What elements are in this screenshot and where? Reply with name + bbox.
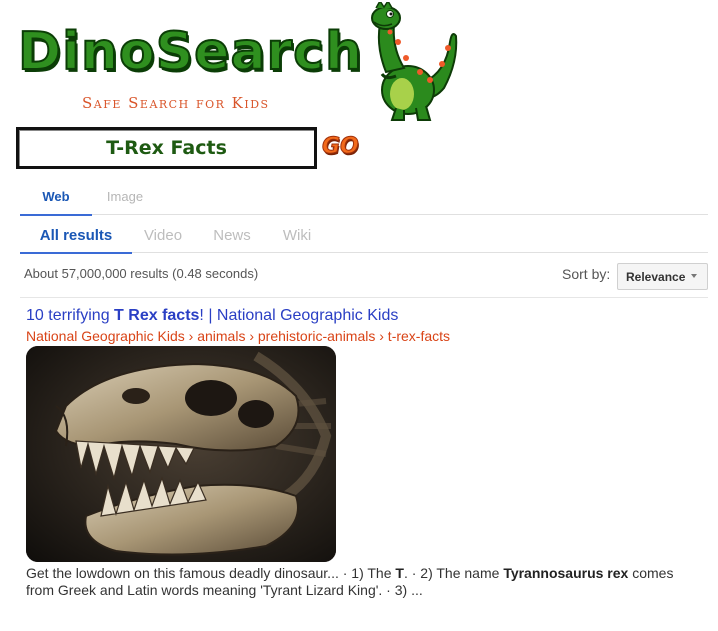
snippet-highlight: Tyrannosaurus rex xyxy=(503,565,629,581)
tab-image[interactable]: Image xyxy=(92,184,158,214)
result-thumbnail[interactable] xyxy=(26,346,336,562)
result-snippet: Get the lowdown on this famous deadly di… xyxy=(26,565,696,599)
tab-video[interactable]: Video xyxy=(138,222,188,252)
search-type-tabs: Web Image xyxy=(20,184,708,216)
result-filter-tabs: All results Video News Wiki xyxy=(20,222,708,254)
search-input[interactable]: T-Rex Facts xyxy=(16,127,317,169)
sort-label: Sort by: xyxy=(562,266,611,282)
tab-news[interactable]: News xyxy=(206,222,258,252)
tab-all-results[interactable]: All results xyxy=(20,222,132,254)
result-title-suffix: ! | National Geographic Kids xyxy=(199,307,399,324)
result-title-highlight: T Rex facts xyxy=(114,307,200,324)
logo-title: DinoSearch xyxy=(17,21,364,83)
logo[interactable]: DinoSearch Safe Search for Kids xyxy=(16,2,458,124)
result-title-prefix: 10 terrifying xyxy=(26,307,115,324)
tab-web[interactable]: Web xyxy=(20,184,92,216)
dinosaur-mascot-icon xyxy=(371,2,458,121)
sort-dropdown[interactable]: Relevance xyxy=(617,263,708,290)
result-url: National Geographic Kids › animals › pre… xyxy=(26,328,451,344)
tab-wiki[interactable]: Wiki xyxy=(276,222,318,252)
snippet-part: . · 2) The name xyxy=(403,565,504,581)
snippet-part: Get the lowdown on this famous deadly di… xyxy=(26,565,396,581)
t-rex-skull-image xyxy=(26,346,336,562)
results-count: About 57,000,000 results (0.48 seconds) xyxy=(24,266,259,281)
logo-tagline: Safe Search for Kids xyxy=(82,94,270,112)
chevron-down-icon xyxy=(691,274,697,278)
divider xyxy=(20,297,708,298)
sort-value: Relevance xyxy=(626,269,686,284)
go-button[interactable]: GO xyxy=(322,130,362,162)
snippet-highlight: T xyxy=(395,565,404,581)
result-title-link[interactable]: 10 terrifying T Rex facts! | National Ge… xyxy=(26,307,398,325)
